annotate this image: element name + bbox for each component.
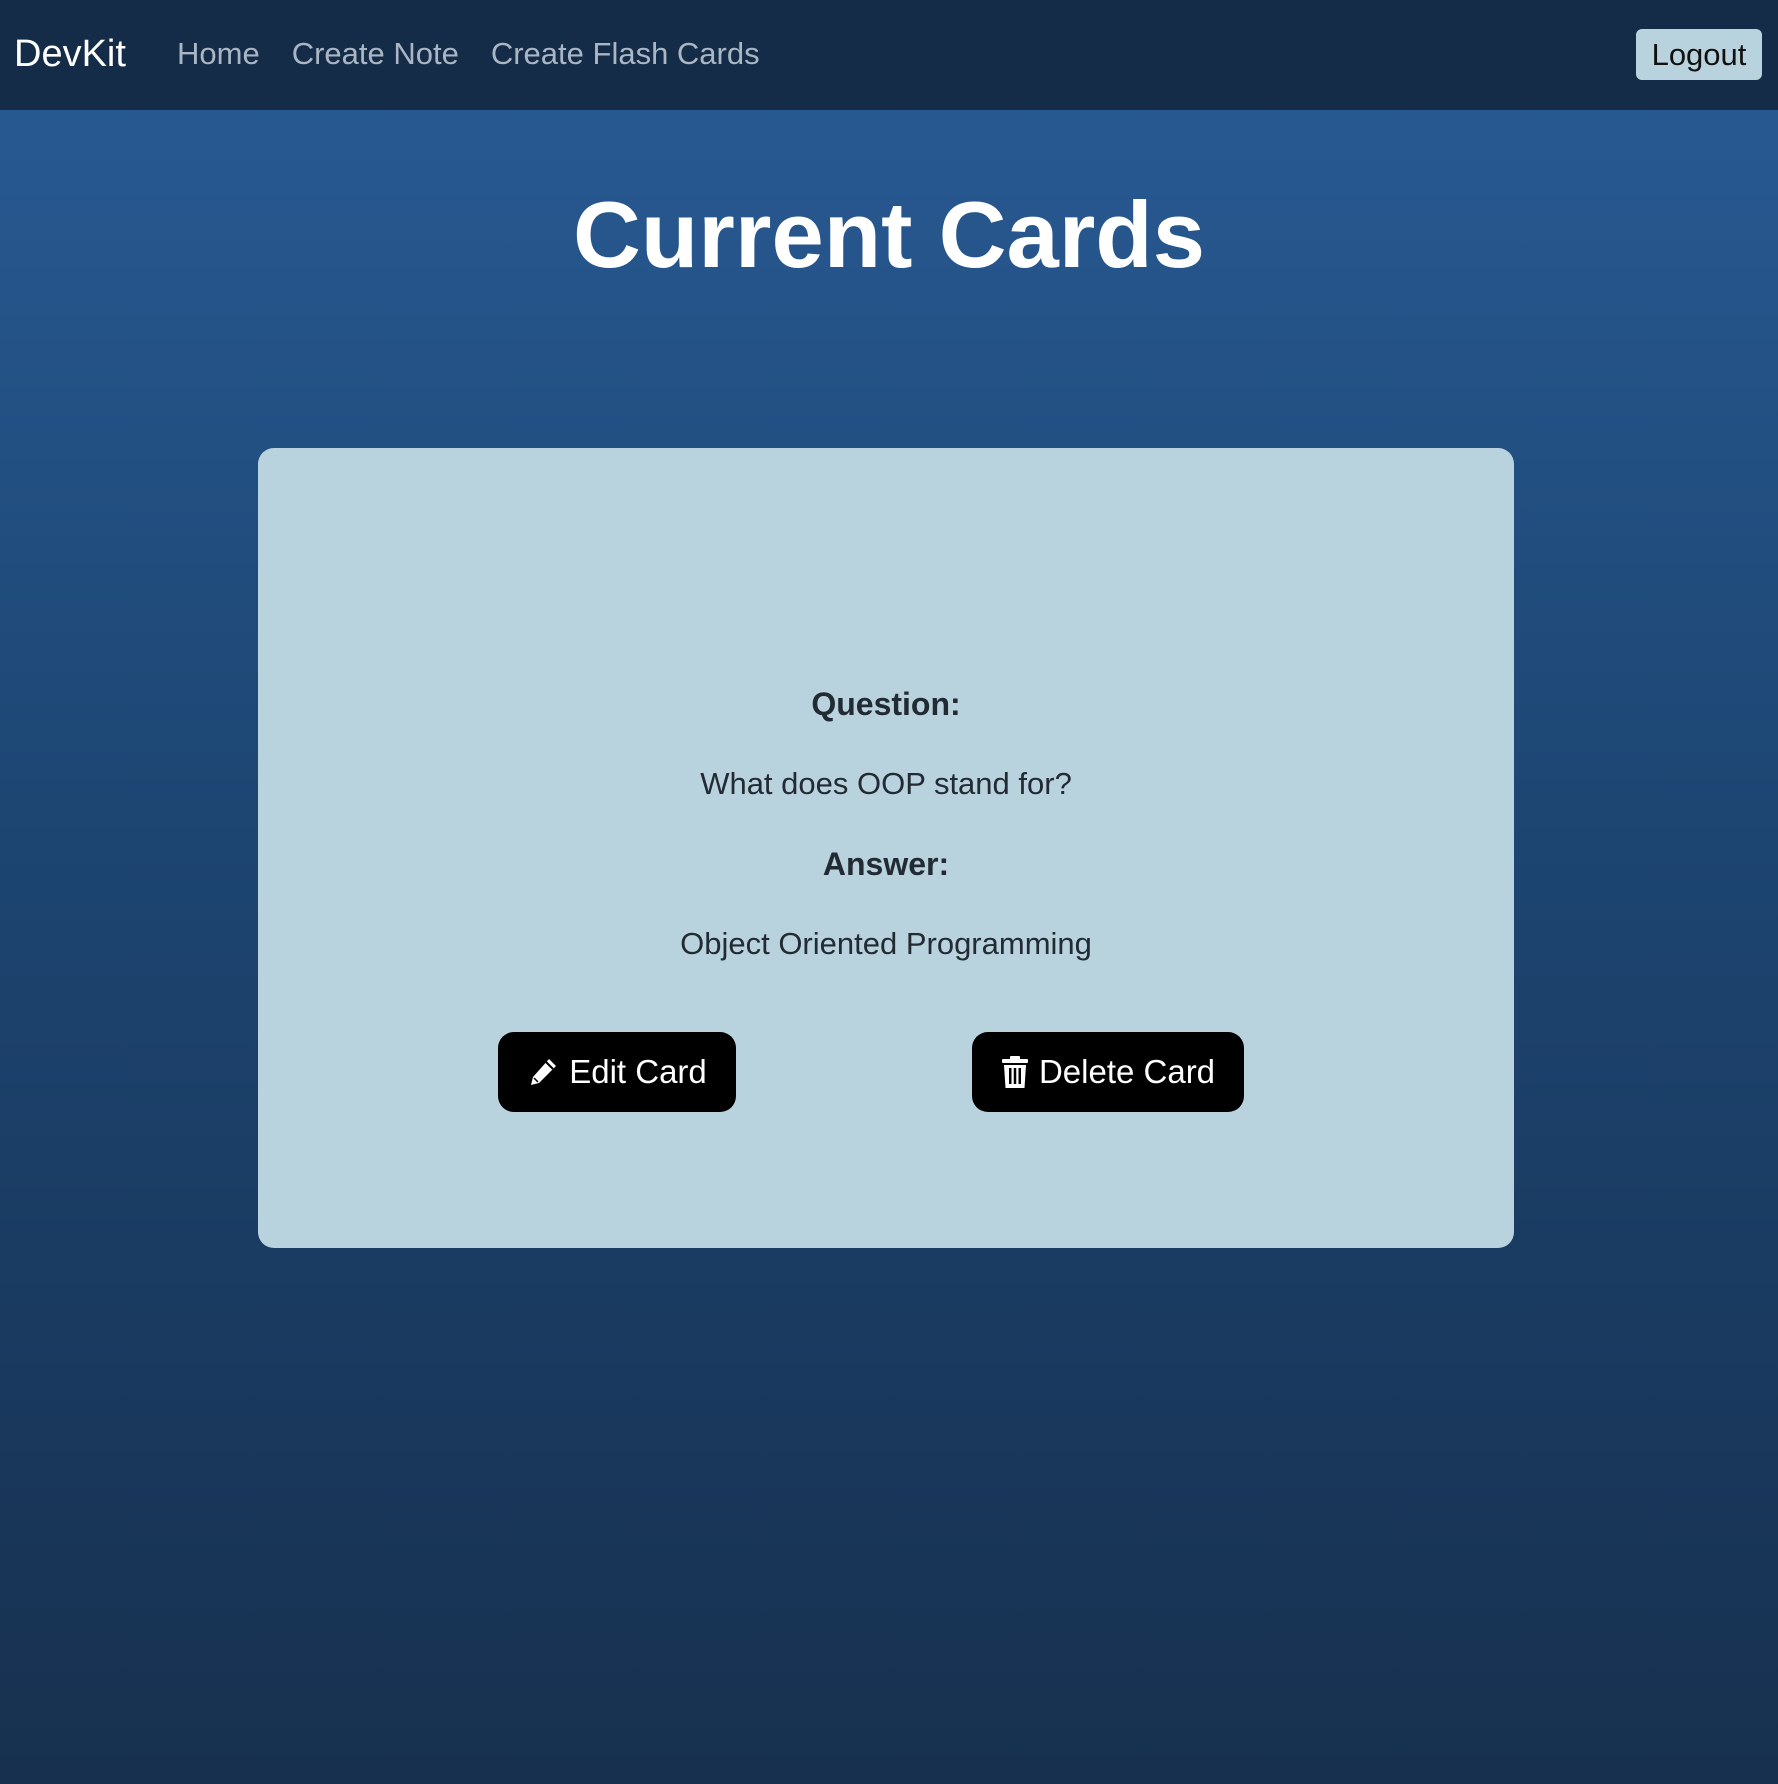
- question-label: Question:: [811, 686, 961, 722]
- logout-button[interactable]: Logout: [1636, 29, 1762, 80]
- delete-card-label: Delete Card: [1038, 1053, 1216, 1090]
- edit-card-label: Edit Card: [569, 1053, 707, 1090]
- edit-card-button[interactable]: Edit Card: [498, 1032, 736, 1112]
- flash-card: Question: What does OOP stand for? Answe…: [258, 448, 1514, 1248]
- nav-links: Home Create Note Create Flash Cards: [177, 28, 760, 80]
- page-title: Current Cards: [572, 182, 1206, 287]
- answer-text: Object Oriented Programming: [680, 926, 1092, 961]
- navbar: DevKit Home Create Note Create Flash Car…: [0, 0, 1778, 110]
- question-text: What does OOP stand for?: [700, 766, 1072, 801]
- delete-card-button[interactable]: Delete Card: [972, 1032, 1244, 1112]
- nav-link-create-note[interactable]: Create Note: [292, 28, 459, 80]
- answer-label: Answer:: [822, 846, 950, 882]
- brand-logo[interactable]: DevKit: [14, 28, 126, 80]
- nav-link-home[interactable]: Home: [177, 28, 260, 80]
- nav-link-create-flash-cards[interactable]: Create Flash Cards: [491, 28, 760, 80]
- pencil-icon: [527, 1056, 559, 1088]
- trash-icon: [1001, 1055, 1029, 1089]
